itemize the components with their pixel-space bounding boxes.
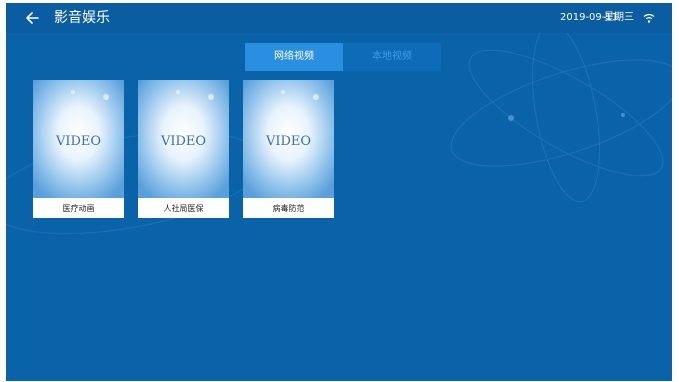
thumbnail-text: VIDEO (55, 134, 102, 149)
thumbnail-text: VIDEO (265, 134, 312, 149)
video-title: 人社局医保 (163, 204, 204, 213)
arrow-left-icon[interactable] (24, 9, 40, 27)
app-window: 影音娱乐 2019-09-11 星期三 网络视频 本地视频 VIDEO 医疗动画… (6, 3, 672, 381)
page-title: 影音娱乐 (54, 10, 110, 26)
video-title: 医疗动画 (62, 204, 95, 213)
video-card[interactable]: VIDEO 病毒防范 (243, 80, 334, 218)
video-source-tabs: 网络视频 本地视频 (245, 43, 441, 71)
video-title: 病毒防范 (272, 204, 305, 213)
thumbnail-text: VIDEO (160, 134, 207, 149)
video-card[interactable]: VIDEO 人社局医保 (138, 80, 229, 218)
video-card[interactable]: VIDEO 医疗动画 (33, 80, 124, 218)
weekday-text: 星期三 (604, 12, 634, 23)
wifi-icon (643, 13, 655, 23)
tab-online-video[interactable]: 网络视频 (245, 43, 343, 71)
tab-local-video[interactable]: 本地视频 (343, 43, 441, 71)
top-bar: 影音娱乐 2019-09-11 星期三 (6, 3, 672, 33)
